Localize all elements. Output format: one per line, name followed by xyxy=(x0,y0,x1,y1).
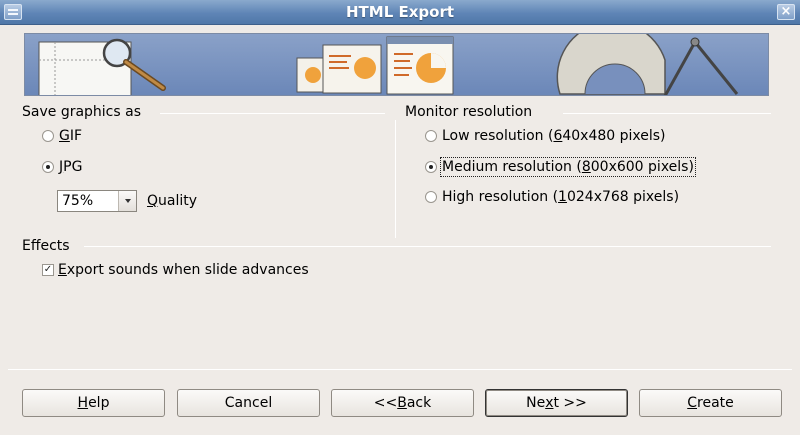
radio-medium-label: Medium resolution (800x600 pixels) xyxy=(440,157,696,177)
back-button[interactable]: << Back xyxy=(331,389,474,417)
radio-high-label: High resolution (1024x768 pixels) xyxy=(442,189,680,205)
close-icon[interactable]: × xyxy=(777,4,795,20)
checkmark-icon[interactable]: ✓ xyxy=(42,264,54,276)
export-sounds-checkbox[interactable]: ✓ Export sounds when slide advances xyxy=(42,262,309,278)
radio-jpg-indicator[interactable] xyxy=(42,161,54,173)
protractor-icon xyxy=(556,34,666,95)
monitor-resolution-title: Monitor resolution xyxy=(405,104,533,120)
monitor-resolution-separator xyxy=(563,113,771,114)
next-button[interactable]: Ne x t >> xyxy=(485,389,628,417)
radio-low-label: Low resolution (640x480 pixels) xyxy=(442,128,666,144)
save-graphics-separator xyxy=(160,113,385,114)
compass-icon xyxy=(663,37,739,95)
radio-jpg-label: JPG xyxy=(59,159,83,175)
title-bar: HTML Export × xyxy=(0,0,800,25)
pie-chart-icon xyxy=(296,36,454,95)
button-area-separator xyxy=(8,369,792,370)
radio-gif-label: GIF xyxy=(59,128,83,144)
radio-high-resolution[interactable]: High resolution (1024x768 pixels) xyxy=(425,189,679,205)
save-graphics-title: Save graphics as xyxy=(22,104,141,120)
dropdown-arrow-icon[interactable] xyxy=(118,191,136,211)
help-button[interactable]: Help xyxy=(22,389,165,417)
radio-jpg[interactable]: JPG xyxy=(42,159,82,175)
export-sounds-label: Export sounds when slide advances xyxy=(58,262,309,278)
radio-high-indicator[interactable] xyxy=(425,191,437,203)
radio-low-resolution[interactable]: Low resolution (640x480 pixels) xyxy=(425,128,666,144)
quality-value[interactable]: 75% xyxy=(58,191,118,211)
effects-separator xyxy=(84,246,771,247)
quality-combobox[interactable]: 75% xyxy=(57,190,137,212)
radio-medium-indicator[interactable] xyxy=(425,161,437,173)
radio-medium-resolution[interactable]: Medium resolution (800x600 pixels) xyxy=(425,157,696,177)
group-vertical-separator xyxy=(395,120,396,238)
create-button[interactable]: Create xyxy=(639,389,782,417)
window-title: HTML Export xyxy=(345,3,455,21)
wizard-banner xyxy=(24,33,769,96)
radio-low-indicator[interactable] xyxy=(425,130,437,142)
radio-gif-indicator[interactable] xyxy=(42,130,54,142)
radio-gif[interactable]: GIF xyxy=(42,128,82,144)
effects-title: Effects xyxy=(22,238,70,254)
quality-label: Quality xyxy=(147,193,198,209)
cancel-button[interactable]: Cancel xyxy=(177,389,320,417)
